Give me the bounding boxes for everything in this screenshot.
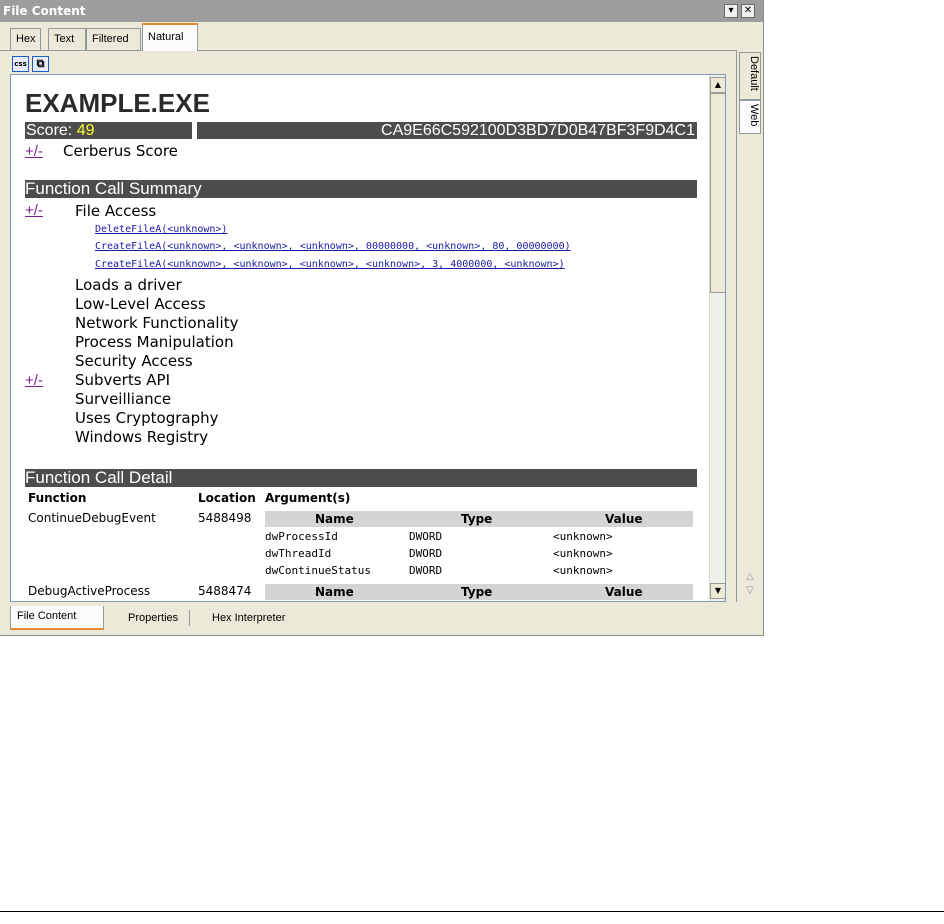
tab-hex[interactable]: Hex <box>10 28 41 50</box>
function-name: DebugActiveProcess <box>28 584 151 598</box>
category-item: Security Access <box>75 352 193 370</box>
css-icon[interactable]: css <box>12 56 29 72</box>
score-value: 49 <box>76 122 95 139</box>
arg-name-header: Name <box>315 512 354 526</box>
category-item: Low-Level Access <box>75 295 206 313</box>
arg-value-header: Value <box>605 585 643 599</box>
call-link[interactable]: DeleteFileA(<unknown>) <box>95 224 227 235</box>
category-item: Windows Registry <box>75 428 209 446</box>
scroll-down-arrow-icon[interactable]: ▼ <box>710 583 725 599</box>
arg-type-header: Type <box>461 585 493 599</box>
arg-name: dwProcessId <box>265 530 338 543</box>
toggle-file-access[interactable]: +/- <box>25 202 43 219</box>
file-name-heading: EXAMPLE.EXE <box>25 88 210 118</box>
scroll-thumb[interactable] <box>710 93 725 293</box>
side-down-arrow-icon[interactable]: ▽ <box>740 584 760 598</box>
bottom-tab-strip: File Content Properties Hex Interpreter <box>0 602 763 635</box>
function-location: 5488474 <box>198 584 252 598</box>
tab-text[interactable]: Text <box>48 28 86 50</box>
arg-type-header: Type <box>461 512 493 526</box>
cerberus-score-label: Cerberus Score <box>63 142 178 160</box>
arg-name-header: Name <box>315 585 354 599</box>
function-name: ContinueDebugEvent <box>28 511 156 525</box>
bottom-tab-file-content[interactable]: File Content <box>10 606 104 630</box>
arg-type: DWORD <box>409 564 443 577</box>
detail-section-header: Function Call Detail <box>25 469 697 487</box>
toolbar: css ⧉ <box>0 50 763 74</box>
function-location: 5488498 <box>198 511 252 525</box>
category-item: Process Manipulation <box>75 333 234 351</box>
page-divider <box>0 911 944 912</box>
arg-value: <unknown> <box>553 547 613 560</box>
file-content-window: File Content ▾ ✕ Hex Text Filtered Natur… <box>0 0 764 636</box>
title-bar: File Content ▾ ✕ <box>0 0 763 22</box>
category-item: Network Functionality <box>75 314 239 332</box>
column-location: Location <box>198 491 256 505</box>
arg-type: DWORD <box>409 530 443 543</box>
call-link[interactable]: CreateFileA(<unknown>, <unknown>, <unkno… <box>95 241 571 252</box>
tab-filtered[interactable]: Filtered <box>86 28 141 50</box>
category-item: Surveilliance <box>75 390 172 408</box>
column-arguments: Argument(s) <box>265 491 351 505</box>
file-hash: CA9E66C592100D3BD7D0B47BF3F9D4C1 <box>197 122 697 139</box>
score-bar: Score: 49 <box>25 122 192 139</box>
argument-header-row: Name Type Value <box>265 511 693 527</box>
window-title: File Content <box>3 4 86 18</box>
report-view: EXAMPLE.EXE Score: 49 CA9E66C592100D3BD7… <box>10 74 726 602</box>
call-link[interactable]: CreateFileA(<unknown>, <unknown>, <unkno… <box>95 259 565 270</box>
vertical-scrollbar[interactable]: ▲ ▼ <box>709 75 725 601</box>
arg-name: dwContinueStatus <box>265 564 371 577</box>
column-function: Function <box>28 491 87 505</box>
arg-value-header: Value <box>605 512 643 526</box>
side-scroll-arrows: △ ▽ <box>740 570 760 598</box>
category-file-access: File Access <box>75 202 157 220</box>
side-tab-default[interactable]: Default <box>739 52 761 100</box>
category-item: Loads a driver <box>75 276 182 294</box>
argument-header-row: Name Type Value <box>265 584 693 600</box>
arg-value: <unknown> <box>553 530 613 543</box>
side-tab-strip: Default Web <box>736 50 763 602</box>
toggle-cerberus[interactable]: +/- <box>25 143 43 160</box>
category-item: Subverts API <box>75 371 171 389</box>
arg-value: <unknown> <box>553 564 613 577</box>
scroll-up-arrow-icon[interactable]: ▲ <box>710 77 725 93</box>
toggle-subverts-api[interactable]: +/- <box>25 372 43 389</box>
side-tab-web[interactable]: Web <box>739 100 761 134</box>
summary-section-header: Function Call Summary <box>25 180 697 198</box>
tab-separator <box>189 610 190 626</box>
arg-type: DWORD <box>409 547 443 560</box>
bottom-tab-hex-interpreter[interactable]: Hex Interpreter <box>206 608 291 630</box>
bottom-tab-properties[interactable]: Properties <box>122 608 184 630</box>
close-button[interactable]: ✕ <box>741 4 755 18</box>
view-tabs: Hex Text Filtered Natural <box>0 22 763 51</box>
dropdown-button[interactable]: ▾ <box>724 4 738 18</box>
new-window-icon[interactable]: ⧉ <box>32 56 49 72</box>
category-item: Uses Cryptography <box>75 409 219 427</box>
arg-name: dwThreadId <box>265 547 332 560</box>
score-label: Score: <box>26 122 77 139</box>
tab-natural[interactable]: Natural <box>142 23 198 51</box>
side-up-arrow-icon[interactable]: △ <box>740 570 760 584</box>
report-document: EXAMPLE.EXE Score: 49 CA9E66C592100D3BD7… <box>11 75 709 601</box>
